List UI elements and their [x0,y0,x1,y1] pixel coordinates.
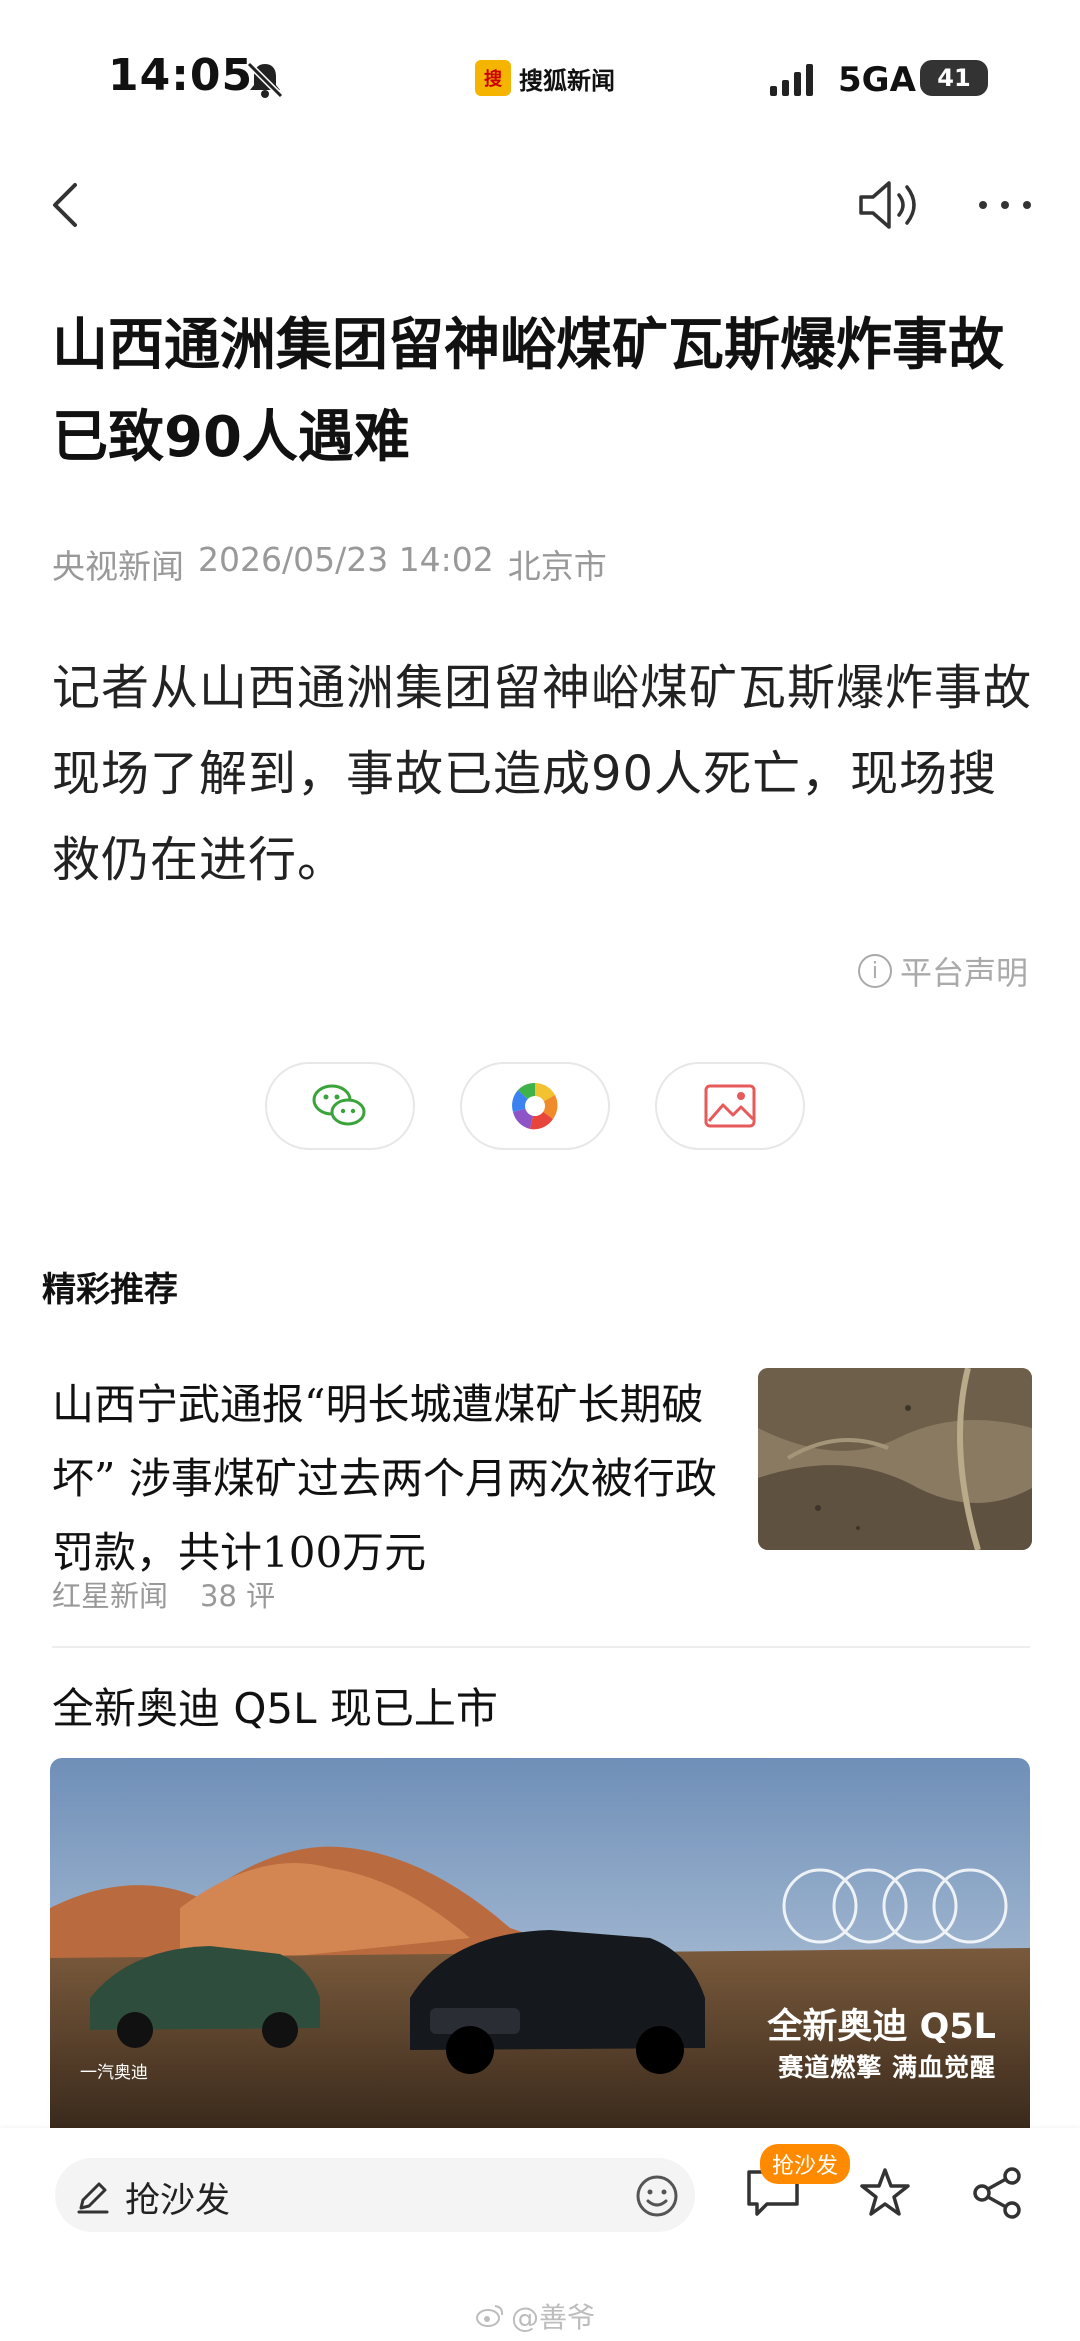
recommend-section-title: 精彩推荐 [42,1270,178,1310]
recommend-item[interactable]: 山西宁武通报“明长城遭煤矿长期破坏” 涉事煤矿过去两个月两次被行政罚款，共计10… [52,1368,1032,1618]
ad-slogan: 赛道燃擎 满血觉醒 [778,2053,996,2082]
bell-muted-icon [246,61,284,99]
star-icon[interactable] [858,2166,912,2220]
article-source[interactable]: 央视新闻 [52,540,184,588]
network-type: 5GA [838,60,916,100]
image-icon [704,1084,756,1128]
comment-input[interactable]: 抢沙发 [55,2158,695,2232]
share-icon[interactable] [970,2166,1024,2220]
ad-dealer-text: 一汽奥迪 [80,2063,148,2083]
more-icon[interactable] [975,190,1035,220]
comment-placeholder: 抢沙发 [125,2181,231,2221]
ad-banner[interactable]: 一汽奥迪 全新奥迪 Q5L 赛道燃擎 满血觉醒 [50,1758,1030,2128]
ad-title[interactable]: 全新奥迪 Q5L 现已上市 [52,1675,498,1736]
status-bar: 14:05 搜 搜狐新闻 5GA 41 [0,0,1080,160]
watermark-text: @善爷 [511,2301,596,2334]
back-arrow-icon[interactable] [45,180,85,230]
pencil-icon [77,2182,109,2214]
disclaimer-label: 平台声明 [899,954,1028,992]
emoji-icon[interactable] [635,2174,679,2218]
recommend-item-title[interactable]: 山西宁武通报“明长城遭煤矿长期破坏” 涉事煤矿过去两个月两次被行政罚款，共计10… [52,1368,732,1590]
speaker-icon[interactable] [855,175,925,235]
recommend-item-source: 红星新闻 [52,1579,169,1613]
battery-icon: 41 [920,60,988,96]
recommend-item-thumbnail[interactable] [758,1368,1032,1550]
app-indicator: 搜 搜狐新闻 [475,60,615,96]
share-wechat-button[interactable] [265,1062,415,1150]
article-datetime: 2026/05/23 14:02 [198,540,494,579]
article-meta: 央视新闻 2026/05/23 14:02 北京市 [52,540,607,588]
recommend-item-meta: 红星新闻 38 评 [52,1573,275,1615]
divider [52,1646,1030,1648]
moments-icon [512,1082,558,1130]
weibo-icon [476,2305,504,2327]
recommend-item-comments: 38 评 [200,1579,276,1613]
article-location: 北京市 [507,547,607,586]
share-moments-button[interactable] [460,1062,610,1150]
signal-icon [770,64,813,96]
bottom-bar: 抢沙发 抢沙发 [0,2128,1080,2268]
platform-disclaimer[interactable]: i 平台声明 [857,948,1028,994]
share-image-button[interactable] [655,1062,805,1150]
share-row [265,1062,805,1150]
app-logo: 搜 [475,60,511,96]
status-time: 14:05 [108,50,254,101]
sofa-badge[interactable]: 抢沙发 [760,2144,851,2184]
wechat-icon [312,1084,366,1126]
article-title: 山西通洲集团留神峪煤矿瓦斯爆炸事故已致90人遇难 [52,313,1004,470]
nav-bar [0,170,1080,240]
landscape-thumbnail-image [758,1368,1032,1550]
article-body: 记者从山西通洲集团留神峪煤矿瓦斯爆炸事故现场了解到，事故已造成90人死亡，现场搜… [52,660,1033,888]
ad-brand-text: 全新奥迪 Q5L [767,2007,996,2047]
watermark: @善爷 [475,2296,595,2336]
app-name: 搜狐新闻 [519,66,615,95]
info-icon: i [857,954,892,988]
